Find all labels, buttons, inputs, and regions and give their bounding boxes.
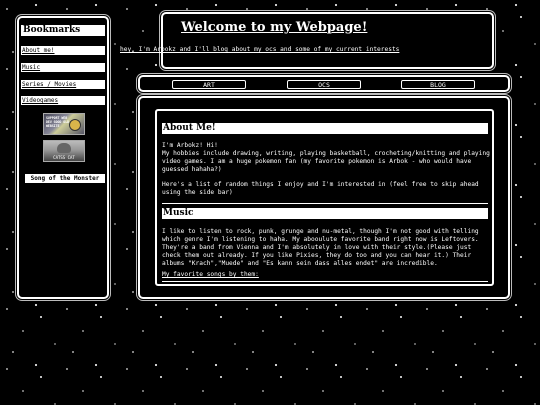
badge-text: CATSS CAT — [53, 155, 75, 160]
sidebar: Bookmarks About me! Music Series / Movie… — [17, 16, 109, 299]
content-panel: About Me! I'm Arbokz! Hi! My hobbies inc… — [138, 96, 510, 299]
sidebar-item-videogames[interactable]: Videogames — [21, 96, 105, 105]
cat-badge[interactable]: CATSS CAT — [43, 140, 85, 162]
sidebar-title: Bookmarks — [21, 25, 105, 36]
header: Welcome to my Webpage! hey, I'm Arbokz a… — [120, 12, 494, 69]
sidebar-item-about-me[interactable]: About me! — [21, 46, 105, 55]
song-label: Song of the Monster — [25, 174, 105, 183]
sidebar-item-series-movies[interactable]: Series / Movies — [21, 80, 105, 89]
tab-art[interactable]: ART — [172, 80, 246, 89]
music-heading: Music — [162, 208, 488, 219]
favorite-songs-link[interactable]: My favorite songs by them: — [162, 271, 490, 279]
tab-blog[interactable]: BLOG — [401, 80, 475, 89]
section-divider — [162, 281, 488, 282]
sidebar-item-music[interactable]: Music — [21, 63, 105, 72]
music-paragraph: I like to listen to rock, punk, grunge a… — [162, 228, 479, 267]
badge-text: SUPPORT WEB DEV GOOD OLD WEBSITE — [46, 116, 70, 128]
globe-icon — [69, 119, 81, 131]
tab-ocs[interactable]: OCS — [287, 80, 361, 89]
page-subtitle[interactable]: hey, I'm Arbokz and I'll blog about my o… — [120, 46, 480, 53]
interests-paragraph: Here's a list of random things I enjoy a… — [162, 181, 479, 196]
section-divider — [162, 203, 488, 204]
tab-bar: ART OCS BLOG — [138, 75, 510, 92]
cat-icon — [57, 143, 71, 153]
content-scroll-area[interactable]: About Me! I'm Arbokz! Hi! My hobbies inc… — [155, 109, 494, 286]
about-heading: About Me! — [162, 123, 488, 134]
page-title: Welcome to my Webpage! — [181, 20, 368, 35]
about-paragraph: I'm Arbokz! Hi! My hobbies include drawi… — [162, 142, 490, 173]
support-web-badge[interactable]: SUPPORT WEB DEV GOOD OLD WEBSITE — [43, 113, 85, 135]
